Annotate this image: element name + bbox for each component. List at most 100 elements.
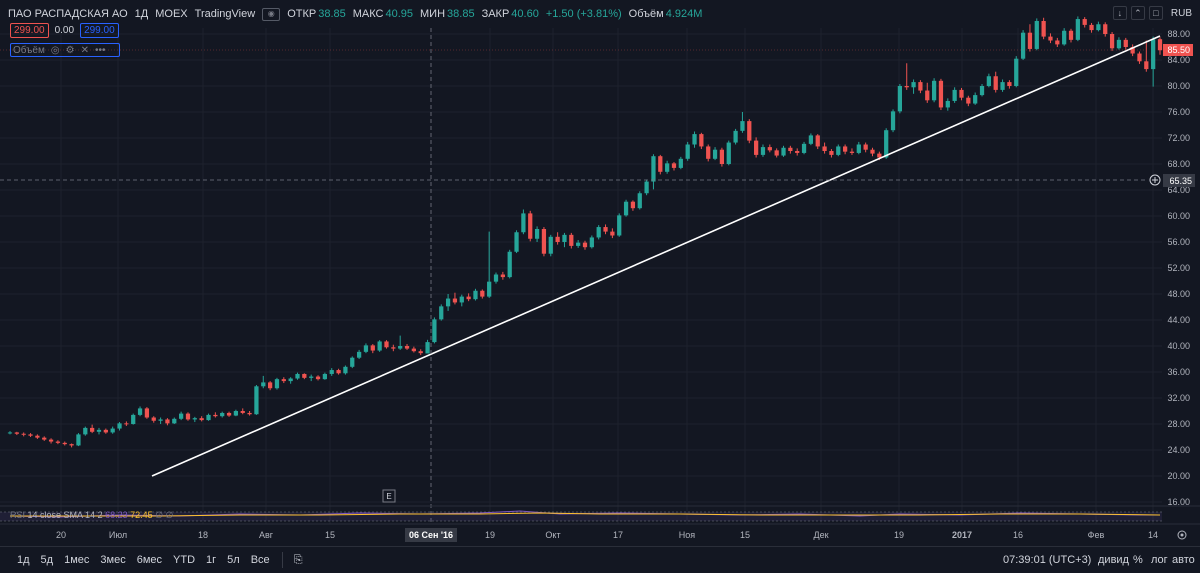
candle-body <box>185 413 191 420</box>
hide-eye-icon[interactable]: ◎ <box>51 45 60 56</box>
candle <box>589 235 594 249</box>
toolbar-divider <box>281 552 283 568</box>
symbol-name[interactable]: ПАО РАСПАДСКАЯ АО <box>8 8 128 20</box>
candle-body <box>425 342 430 354</box>
timeframe-6m[interactable]: 6мес <box>137 554 162 566</box>
candle-body <box>541 229 547 254</box>
time-tick: Окт <box>545 530 560 540</box>
candle-body <box>829 151 834 155</box>
candle <box>14 431 19 436</box>
candle <box>1041 17 1046 40</box>
candle-body <box>315 376 321 380</box>
candle <box>261 375 266 389</box>
close-value: 40.60 <box>511 8 539 20</box>
timeframe-5y[interactable]: 5л <box>227 554 240 566</box>
candle <box>569 232 574 249</box>
candle <box>952 87 957 103</box>
candle <box>226 411 232 417</box>
candle-body <box>391 347 396 349</box>
candle <box>863 142 868 153</box>
timeframe-1y[interactable]: 1г <box>206 554 216 566</box>
percent-toggle[interactable]: % <box>1133 547 1143 573</box>
more-icon[interactable]: ••• <box>95 45 106 56</box>
open-value: 38.85 <box>318 8 346 20</box>
timeframe-all[interactable]: Все <box>251 554 270 566</box>
candle-body <box>555 236 560 242</box>
candle <box>740 112 745 133</box>
rsi-value: 68.23 <box>105 510 128 520</box>
exchange-label: MOEX <box>155 8 188 20</box>
candle-body <box>363 345 369 352</box>
rsi-legend[interactable]: RSI 14 close SMA 14 2 68.23 72.45 ∅ ∅ <box>10 510 173 521</box>
candle-body <box>617 215 622 236</box>
timeframe-ytd[interactable]: YTD <box>173 554 195 566</box>
rsi-sma-value: 72.45 <box>130 510 153 520</box>
auto-toggle[interactable]: авто <box>1172 547 1195 573</box>
candle-body <box>110 428 115 433</box>
current-price-label: 85.50 <box>1167 45 1190 55</box>
candle <box>302 373 307 380</box>
date-range-icon[interactable]: ⎘ <box>294 554 303 567</box>
high-label: МАКС <box>352 8 384 20</box>
candle-body <box>1007 82 1012 86</box>
price-chart[interactable]: 88.0084.0080.0076.0072.0068.0064.0060.00… <box>0 0 1200 546</box>
timeframe-5d[interactable]: 5д <box>41 554 54 566</box>
eye-icon[interactable]: ◉ <box>262 7 281 21</box>
candle <box>630 200 636 211</box>
candle-body <box>931 80 937 101</box>
candle <box>747 119 752 144</box>
candle <box>1000 79 1005 92</box>
candle-body <box>918 82 923 91</box>
candle-body <box>1082 19 1087 25</box>
candle-body <box>117 423 122 429</box>
sell-button[interactable]: 299.00 <box>10 23 49 38</box>
candle <box>1116 37 1122 50</box>
volume-indicator-legend[interactable]: Объём ◎ ⚙ ✕ ••• <box>10 43 120 57</box>
candle <box>938 78 944 111</box>
settings-icon[interactable]: ⚙ <box>66 45 75 56</box>
maximize-icon[interactable]: □ <box>1148 6 1163 20</box>
interval-label[interactable]: 1Д <box>135 8 149 20</box>
candle <box>76 433 81 447</box>
expand-icon[interactable]: ⌃ <box>1130 6 1145 20</box>
currency-label[interactable]: RUB <box>1171 8 1192 19</box>
volume-indicator-label: Объём <box>13 44 45 56</box>
candle-body <box>719 149 725 164</box>
log-toggle[interactable]: лог <box>1151 547 1168 573</box>
timeframe-1m[interactable]: 1мес <box>64 554 89 566</box>
candle <box>973 92 978 105</box>
close-icon[interactable]: ✕ <box>81 45 89 56</box>
timeframe-3m[interactable]: 3мес <box>100 554 125 566</box>
candle-body <box>582 242 588 248</box>
candle <box>83 426 88 436</box>
arrow-down-icon[interactable]: ↓ <box>1112 6 1127 20</box>
candle-body <box>644 181 649 194</box>
candle-body <box>993 76 998 90</box>
candle-body <box>596 227 601 238</box>
candle <box>644 179 649 196</box>
candle-body <box>884 130 889 158</box>
candle <box>425 339 430 354</box>
clock-time[interactable]: 07:39:01 (UTC+3) <box>1003 547 1091 573</box>
trade-buttons: 299.00 0.00 299.00 <box>10 23 119 38</box>
price-tick: 88.00 <box>1167 29 1190 39</box>
candle <box>767 144 772 153</box>
candle-body <box>226 412 232 416</box>
trendline[interactable] <box>151 35 1161 477</box>
candle <box>678 156 683 170</box>
candle <box>206 413 211 421</box>
candle-body <box>96 429 102 432</box>
candle <box>343 365 348 375</box>
buy-button[interactable]: 299.00 <box>80 23 119 38</box>
settings-gear-icon[interactable] <box>1177 530 1187 540</box>
dividends-toggle[interactable]: дивид <box>1098 547 1129 573</box>
candle <box>712 147 718 161</box>
candle <box>528 210 533 242</box>
candle-body <box>678 158 683 168</box>
price-tick: 60.00 <box>1167 211 1190 221</box>
candle-body <box>487 281 492 297</box>
candle-body <box>1123 39 1128 47</box>
timeframe-1d[interactable]: 1д <box>17 554 30 566</box>
candle-body <box>637 193 642 209</box>
candle-body <box>1116 39 1122 49</box>
